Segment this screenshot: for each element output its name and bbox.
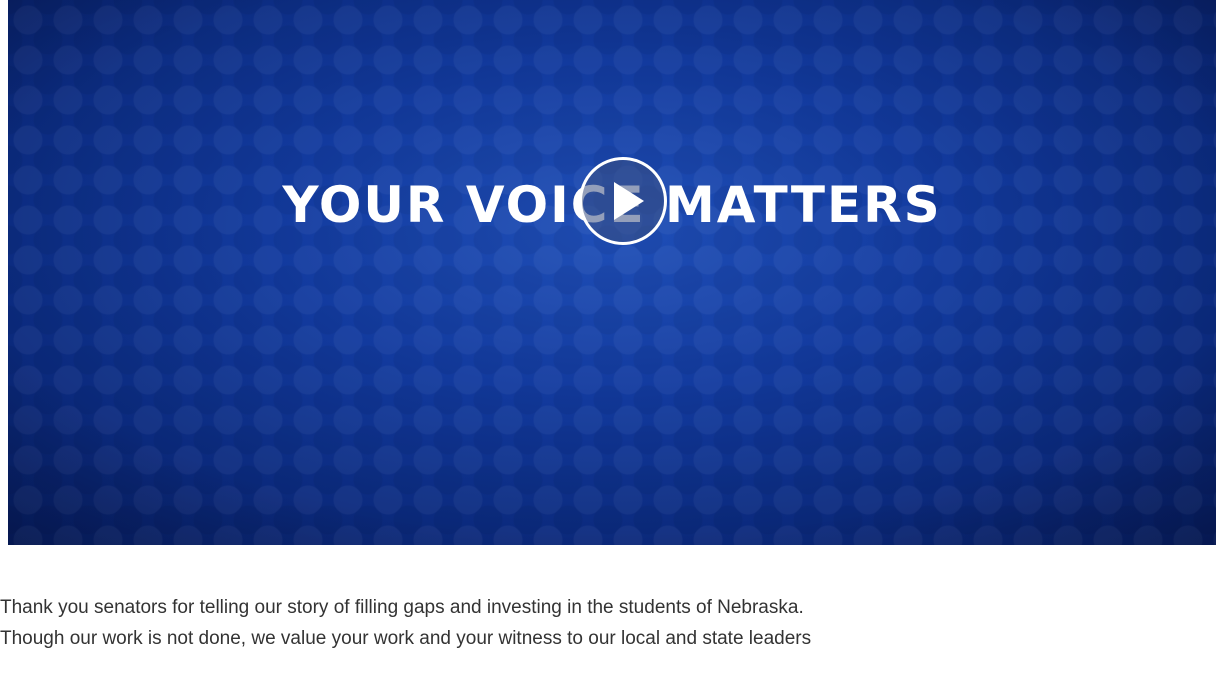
caption-line-1: Thank you senators for telling our story… — [0, 597, 804, 618]
caption-text: Thank you senators for telling our story… — [0, 592, 1216, 654]
play-icon — [614, 182, 644, 220]
video-player[interactable]: YOUR VOICE MATTERS — [8, 0, 1216, 545]
caption-line-2: Though our work is not done, we value yo… — [0, 628, 812, 649]
play-button[interactable] — [579, 157, 667, 245]
